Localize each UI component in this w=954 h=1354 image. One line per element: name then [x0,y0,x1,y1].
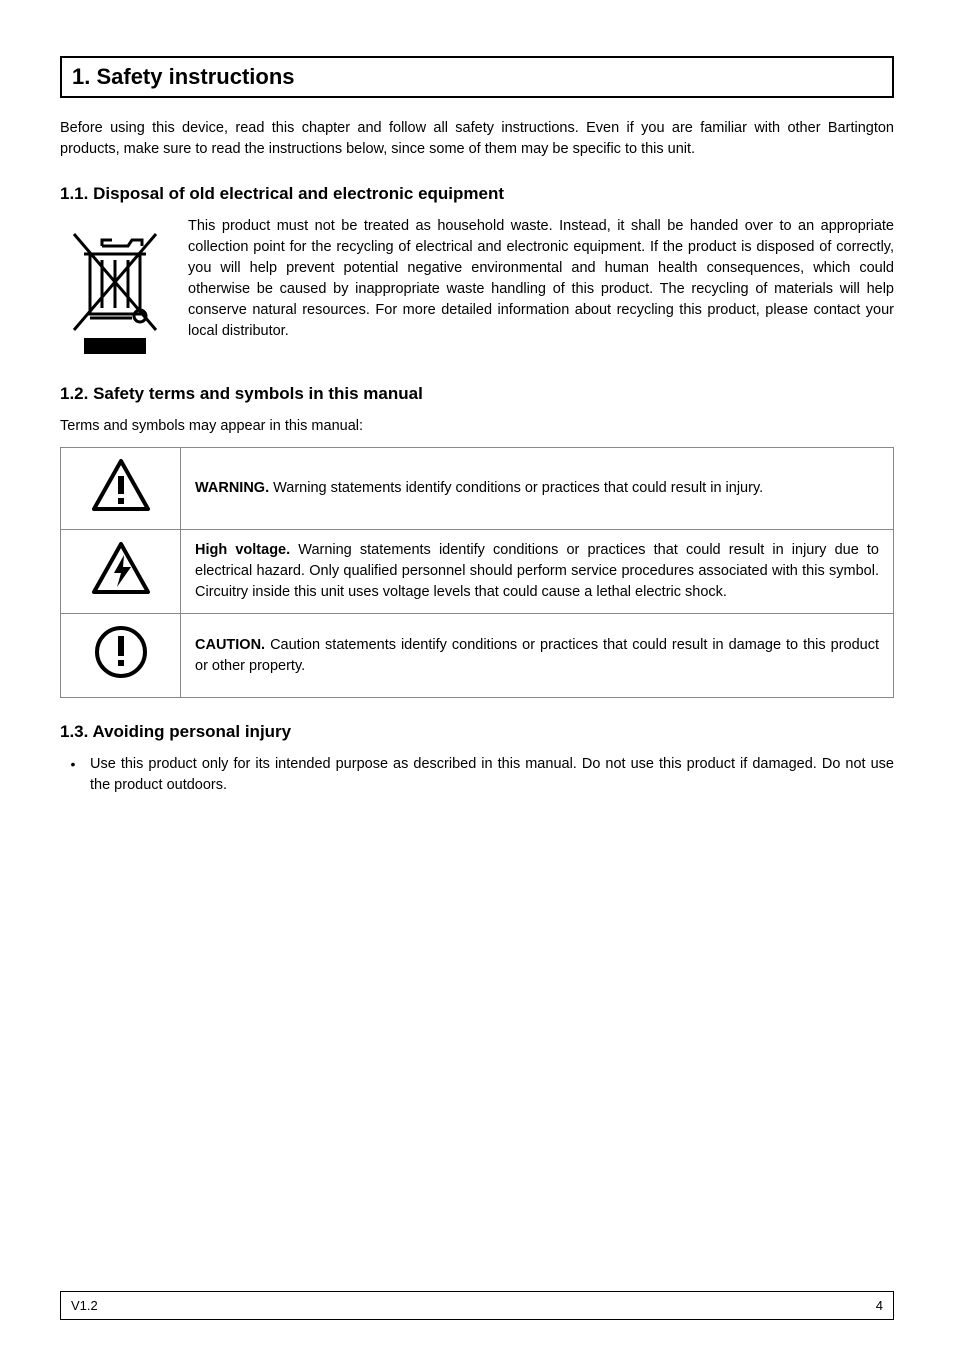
subsection-heading-avoiding-injury: 1.3. Avoiding personal injury [60,722,894,742]
table-row: CAUTION. Caution statements identify con… [61,614,894,698]
symbol-body: Caution statements identify conditions o… [195,637,879,674]
weee-crossed-bin-icon [60,216,170,360]
footer-page-number: 4 [876,1298,883,1313]
bullet-dot-icon: • [60,754,76,796]
symbol-body: Warning statements identify conditions o… [269,480,763,496]
intro-paragraph: Before using this device, read this chap… [60,118,894,160]
table-row: High voltage. Warning statements identif… [61,530,894,614]
high-voltage-triangle-icon [61,530,181,614]
section-title: 1. Safety instructions [72,64,882,90]
warning-text-cell: WARNING. Warning statements identify con… [181,448,894,530]
bullet-list: • Use this product only for its intended… [60,754,894,796]
symbol-title: High voltage. [195,542,290,558]
caution-circle-icon [61,614,181,698]
footer-version: V1.2 [71,1298,98,1313]
subsection-heading-safety-terms: 1.2. Safety terms and symbols in this ma… [60,384,894,404]
page-footer: V1.2 4 [60,1291,894,1320]
symbol-title: CAUTION. [195,637,265,653]
bullet-text: Use this product only for its intended p… [90,754,894,796]
safety-terms-intro: Terms and symbols may appear in this man… [60,416,894,437]
table-row: WARNING. Warning statements identify con… [61,448,894,530]
subsection-heading-disposal: 1.1. Disposal of old electrical and elec… [60,184,894,204]
weee-block: This product must not be treated as hous… [60,216,894,360]
high-voltage-text-cell: High voltage. Warning statements identif… [181,530,894,614]
symbol-title: WARNING. [195,480,269,496]
section-title-box: 1. Safety instructions [60,56,894,98]
caution-text-cell: CAUTION. Caution statements identify con… [181,614,894,698]
warning-triangle-icon [61,448,181,530]
list-item: • Use this product only for its intended… [60,754,894,796]
symbol-body: Warning statements identify conditions o… [195,542,879,600]
disposal-paragraph: This product must not be treated as hous… [188,216,894,342]
safety-symbol-table: WARNING. Warning statements identify con… [60,447,894,698]
